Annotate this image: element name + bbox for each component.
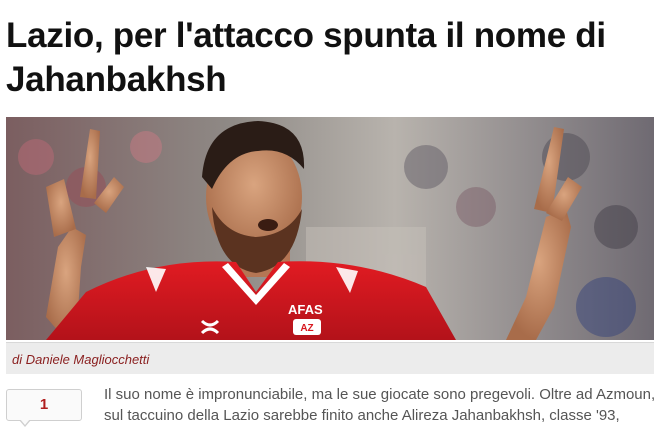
article-body: Il suo nome è impronunciabile, ma le sue… [104,384,656,426]
share-count: 1 [39,396,49,413]
article-headline: Lazio, per l'attacco spunta il nome di J… [6,14,652,102]
article-photo: AFAS AZ [6,117,654,340]
article-body-line-1: Il suo nome è impronunciabile, ma le sue… [104,386,656,403]
byline-bar: di Daniele Magliocchetti [6,342,654,374]
author-byline[interactable]: di Daniele Magliocchetti [12,352,149,367]
club-badge: AZ [293,319,321,335]
headline-line-2: Jahanbakhsh [6,60,227,99]
share-count-button[interactable]: 1 [6,389,82,427]
article-body-line-2: sul taccuino della Lazio sarebbe finito … [104,407,620,424]
jersey-sponsor-text: AFAS [288,302,323,317]
club-badge-text: AZ [300,323,313,334]
headline-line-1: Lazio, per l'attacco spunta il nome di [6,16,606,55]
